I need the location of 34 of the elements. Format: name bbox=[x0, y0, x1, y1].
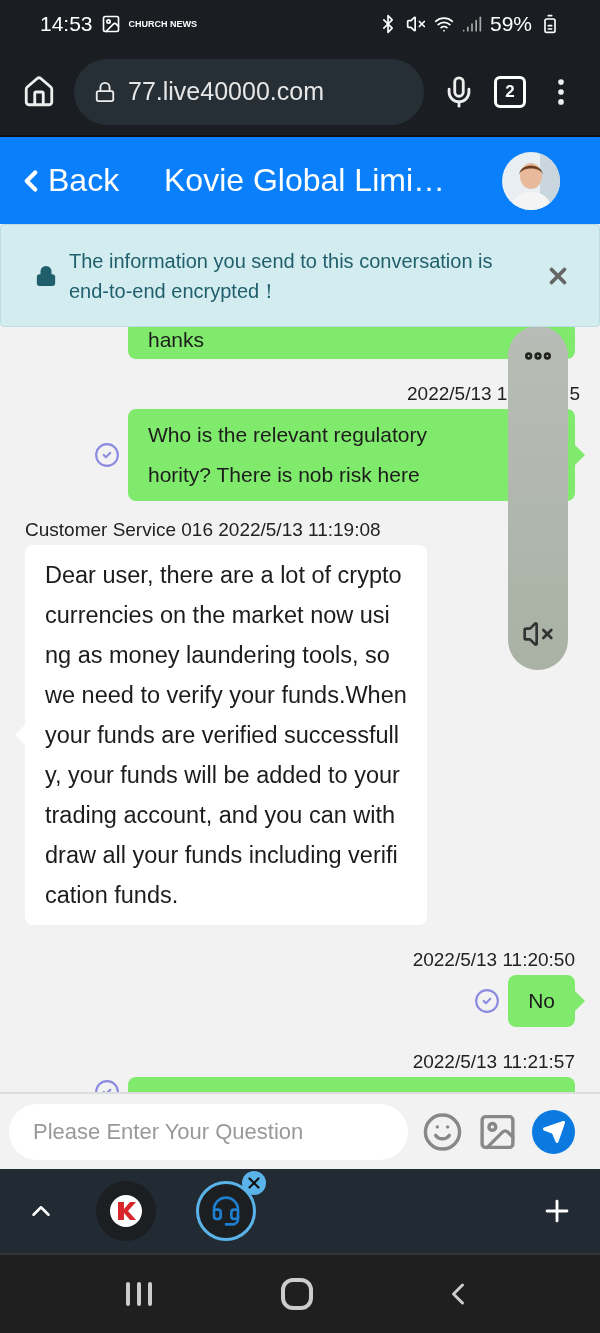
timestamp: 2022/5/13 1 bbox=[407, 383, 508, 405]
emoji-icon[interactable] bbox=[422, 1110, 464, 1153]
battery-percent: 59% bbox=[489, 12, 532, 36]
timestamp: 2022/5/13 11:21:57 bbox=[412, 1051, 575, 1073]
home-icon[interactable] bbox=[22, 74, 56, 109]
clock: 14:53 bbox=[40, 12, 93, 36]
home-icon[interactable] bbox=[281, 1278, 313, 1310]
recent-apps-icon[interactable] bbox=[123, 1280, 154, 1308]
message-bubble: Dear user, there are a lot of crypto currencies on the market now usi ng as money laundering tools, so we need to verify your funds.When your funds are verified successfull y, your funds will be added to your trading account, and you can with draw all your funds including verifi cation funds. bbox=[25, 545, 427, 925]
back-link[interactable]: Back bbox=[14, 162, 164, 199]
app-logo-icon bbox=[109, 1194, 143, 1228]
tab-count[interactable]: 2 bbox=[494, 75, 526, 108]
lock-icon bbox=[94, 80, 116, 103]
send-icon bbox=[541, 1119, 566, 1144]
mute-icon bbox=[405, 14, 426, 34]
timestamp: 2022/5/13 11:20:50 bbox=[412, 949, 575, 971]
url-text: 77.live40000.com bbox=[128, 77, 324, 106]
question-field[interactable]: Please Enter Your Question bbox=[9, 1103, 409, 1160]
lock-icon bbox=[35, 264, 57, 287]
timestamp: 5 bbox=[569, 383, 580, 405]
signal-icon bbox=[461, 14, 482, 34]
send-button[interactable] bbox=[532, 1109, 575, 1154]
bubble-tail bbox=[575, 991, 585, 1011]
message-bubble: No bbox=[508, 975, 575, 1027]
notification-label: CHURCH NEWS bbox=[128, 19, 198, 29]
chat-title: Kovie Global Limi… bbox=[164, 162, 446, 199]
headset-icon bbox=[210, 1195, 242, 1227]
sender-label: Customer Service 016 2022/5/13 11:19:08 bbox=[25, 519, 382, 541]
app-tab[interactable] bbox=[196, 1181, 256, 1241]
notice-text: The information you send to this conversation is end-to-end encrypted！ bbox=[69, 248, 494, 304]
wifi-icon bbox=[433, 14, 454, 34]
address-bar[interactable]: 77.live40000.com bbox=[74, 58, 424, 125]
image-icon bbox=[100, 14, 121, 34]
close-icon[interactable] bbox=[242, 1171, 266, 1195]
